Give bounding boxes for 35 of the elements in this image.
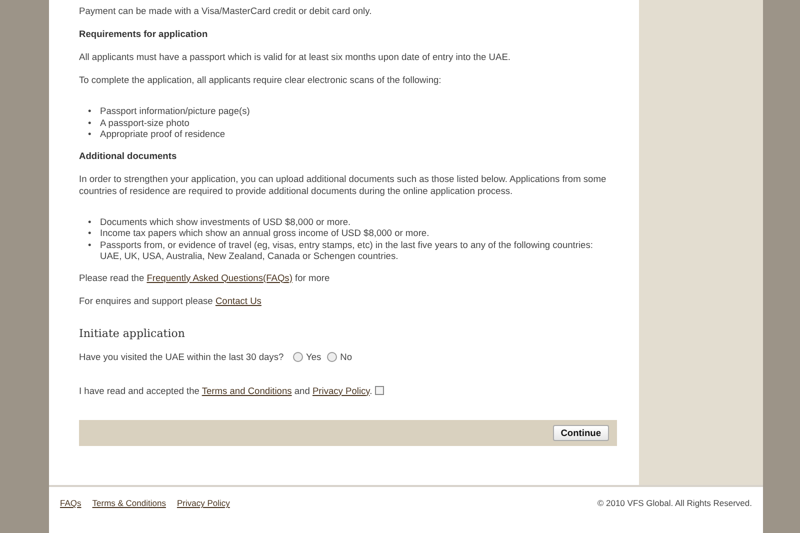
terms-statement: I have read and accepted the Terms and Conditions and Privacy Policy. — [79, 386, 372, 396]
text-link[interactable]: Frequently Asked Questions(FAQs) — [146, 272, 292, 282]
paragraph: To complete the application, all applicants require clear electronic scans of the following: — [79, 74, 442, 86]
footer-link[interactable]: FAQs — [60, 498, 82, 533]
bullet-mark: • — [88, 228, 92, 240]
bullet-mark: • — [88, 106, 92, 118]
bullet-item: Documents which show investments of USD $8,000 or more. — [100, 216, 351, 228]
paragraph: Please read the Frequently Asked Questions(FAQs) for more — [79, 272, 331, 284]
bullet-item: Appropriate proof of residence — [100, 129, 226, 140]
bullet-item: Passports from, or evidence of travel (eg, visas, entry stamps, etc) in the last five years to any of the following countries: UAE, UK, USA, Australia, New Zealand, Canada or Schengen countries. — [100, 240, 594, 262]
terms-link[interactable]: Terms and Conditions — [202, 386, 292, 396]
continue-button[interactable]: Continue — [552, 424, 609, 440]
question-label: Have you visited the UAE within the last 30 days? — [79, 352, 285, 362]
footer-link[interactable]: Terms & Conditions — [92, 498, 166, 533]
bullet-mark: • — [88, 118, 92, 129]
bullet-mark: • — [88, 129, 92, 140]
section-heading: Requirements for application — [79, 28, 209, 40]
bullet-item: Income tax papers which show an annual gross income of USD $8,000 or more. — [100, 228, 430, 240]
checkbox[interactable] — [375, 386, 384, 395]
bullet-mark: • — [88, 240, 92, 252]
copyright-text: © 2010 VFS Global. All Rights Reserved. — [597, 498, 752, 510]
footer-link[interactable]: Privacy Policy — [176, 498, 230, 533]
bullet-mark: • — [88, 216, 92, 228]
paragraph: In order to strengthen your application, you can upload additional documents such as those listed below. Applications from some countries of residence are required to provide additional documents during the online application process. — [79, 172, 608, 196]
bullet-item: Passport information/picture page(s) — [100, 106, 250, 118]
paragraph: Payment can be made with a Visa/MasterCard credit or debit card only. — [79, 5, 373, 17]
privacy-link[interactable]: Privacy Policy — [312, 386, 370, 396]
section-heading: Additional documents — [79, 150, 178, 162]
radio-option[interactable]: No — [327, 352, 352, 362]
paragraph: All applicants must have a passport which is valid for at least six months upon date of entry into the UAE. — [79, 51, 512, 63]
radio-option[interactable]: Yes — [293, 352, 322, 362]
section-title: Initiate application — [79, 326, 186, 340]
text-link[interactable]: Contact Us — [215, 296, 262, 306]
bullet-item: A passport-size photo — [100, 118, 190, 129]
paragraph: For enquires and support please Contact Us — [79, 294, 262, 306]
